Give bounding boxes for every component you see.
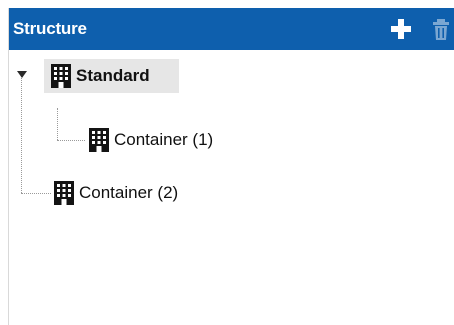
structure-tree: Standard Container (1) Container (2) [9, 50, 454, 325]
tree-connector [21, 76, 22, 193]
add-button[interactable] [389, 17, 413, 41]
building-icon [54, 181, 74, 205]
delete-button[interactable] [431, 17, 454, 41]
plus-icon [391, 19, 411, 39]
tree-connector [57, 140, 85, 141]
panel-header: Structure [9, 8, 454, 50]
tree-node-label: Container (1) [114, 130, 214, 149]
trash-icon [433, 19, 449, 40]
tree-node-container-2[interactable]: Container (2) [53, 176, 178, 210]
tree-node-label: Container (2) [79, 183, 179, 202]
building-icon [89, 128, 109, 152]
structure-panel: Structure Standard Container (1) Contain… [8, 8, 454, 325]
tree-node-label: Standard [76, 66, 150, 85]
expand-collapse-icon[interactable] [17, 71, 27, 79]
tree-connector [21, 193, 51, 194]
tree-node-standard[interactable]: Standard [44, 59, 179, 93]
tree-connector [57, 108, 58, 140]
building-icon [51, 64, 71, 88]
panel-title: Structure [13, 19, 87, 38]
tree-node-container-1[interactable]: Container (1) [88, 123, 213, 157]
